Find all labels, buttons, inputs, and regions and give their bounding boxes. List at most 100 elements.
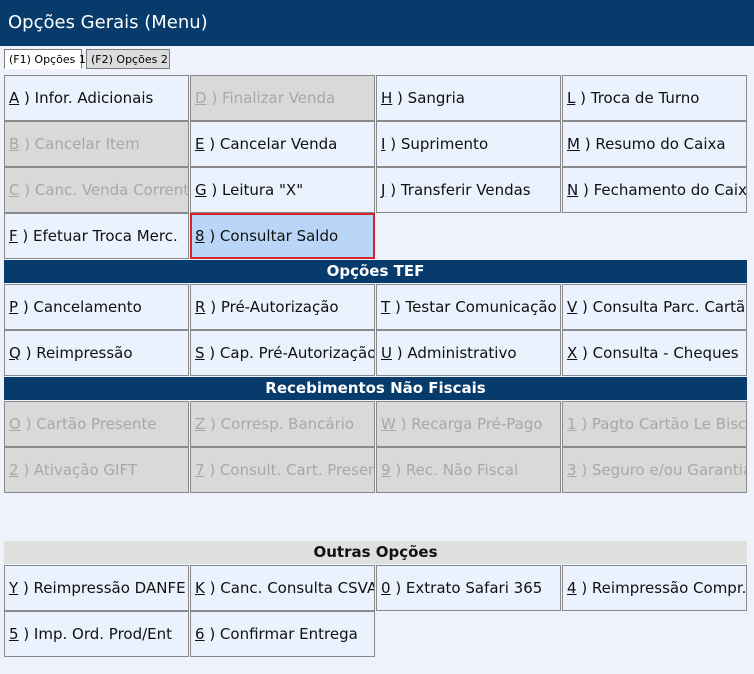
- option-button-corresp-bancario: Z ) Corresp. Bancário: [190, 401, 375, 447]
- option-button-consulta-parc-cartao[interactable]: V ) Consulta Parc. Cartão: [562, 284, 747, 330]
- option-label: ) Sangria: [392, 89, 465, 107]
- option-shortcut-key: M: [567, 135, 580, 153]
- section-header-receipts: Recebimentos Não Fiscais: [4, 377, 747, 400]
- tab-opcoes-1[interactable]: (F1) Opções 1: [4, 49, 86, 69]
- option-label: ) Cap. Pré-Autorização: [204, 344, 375, 362]
- option-button-consult-cart-presente: 7 ) Consult. Cart. Presente: [190, 447, 375, 493]
- option-button-efetuar-troca-merc[interactable]: F ) Efetuar Troca Merc.: [4, 213, 189, 259]
- option-shortcut-key: 1: [567, 415, 577, 433]
- option-shortcut-key: U: [381, 344, 392, 362]
- option-label: ) Corresp. Bancário: [205, 415, 355, 433]
- option-shortcut-key: W: [381, 415, 396, 433]
- option-button-cap-pre-autorizacao[interactable]: S ) Cap. Pré-Autorização: [190, 330, 375, 376]
- option-shortcut-key: Y: [9, 579, 19, 597]
- option-label: ) Consult. Cart. Presente: [204, 461, 375, 479]
- option-label: ) Pré-Autorização: [205, 298, 339, 316]
- option-button-cancelar-item: B ) Cancelar Item: [4, 121, 189, 167]
- option-button-reimpressao-danfe[interactable]: Y ) Reimpressão DANFE: [4, 565, 189, 611]
- option-shortcut-key: 6: [195, 625, 205, 643]
- option-button-recarga-pre-pago: W ) Recarga Pré-Pago: [376, 401, 561, 447]
- option-label: ) Cancelar Item: [19, 135, 140, 153]
- option-label: ) Canc. Venda Corrente: [19, 181, 189, 199]
- option-button-consultar-saldo[interactable]: 8 ) Consultar Saldo: [190, 213, 375, 259]
- option-button-infor-adicionais[interactable]: A ) Infor. Adicionais: [4, 75, 189, 121]
- option-shortcut-key: B: [9, 135, 20, 153]
- option-label: ) Leitura "X": [206, 181, 304, 199]
- option-shortcut-key: C: [9, 181, 20, 199]
- option-label: ) Rec. Não Fiscal: [390, 461, 519, 479]
- option-button-administrativo[interactable]: U ) Administrativo: [376, 330, 561, 376]
- option-button-confirmar-entrega[interactable]: 6 ) Confirmar Entrega: [190, 611, 375, 657]
- option-label: ) Reimpressão DANFE: [18, 579, 186, 597]
- option-shortcut-key: 3: [567, 461, 577, 479]
- option-button-canc-consulta-csva[interactable]: K ) Canc. Consulta CSVA: [190, 565, 375, 611]
- option-shortcut-key: Z: [195, 415, 206, 433]
- option-label: ) Suprimento: [385, 135, 489, 153]
- option-label: ) Extrato Safari 365: [390, 579, 543, 597]
- option-button-troca-de-turno[interactable]: L ) Troca de Turno: [562, 75, 747, 121]
- option-label: ) Resumo do Caixa: [579, 135, 726, 153]
- option-label: ) Transferir Vendas: [385, 181, 531, 199]
- option-shortcut-key: O: [9, 415, 21, 433]
- option-shortcut-key: 8: [195, 227, 205, 245]
- option-shortcut-key: R: [195, 298, 206, 316]
- option-shortcut-key: G: [195, 181, 207, 199]
- option-label: ) Finalizar Venda: [206, 89, 336, 107]
- option-button-testar-comunicacao[interactable]: T ) Testar Comunicação: [376, 284, 561, 330]
- option-button-resumo-do-caixa[interactable]: M ) Resumo do Caixa: [562, 121, 747, 167]
- option-button-cancelamento[interactable]: P ) Cancelamento: [4, 284, 189, 330]
- option-label: ) Fechamento do Caixa: [578, 181, 747, 199]
- option-button-leitura-x[interactable]: G ) Leitura "X": [190, 167, 375, 213]
- option-button-rec-nao-fiscal: 9 ) Rec. Não Fiscal: [376, 447, 561, 493]
- option-button-sangria[interactable]: H ) Sangria: [376, 75, 561, 121]
- option-label: ) Confirmar Entrega: [204, 625, 358, 643]
- option-label: ) Consulta - Cheques: [577, 344, 739, 362]
- option-shortcut-key: D: [195, 89, 207, 107]
- option-button-seguro-e-ou-garantia: 3 ) Seguro e/ou Garantia: [562, 447, 747, 493]
- option-button-consulta-cheques[interactable]: X ) Consulta - Cheques: [562, 330, 747, 376]
- option-button-finalizar-venda: D ) Finalizar Venda: [190, 75, 375, 121]
- option-shortcut-key: 0: [381, 579, 391, 597]
- option-label: ) Cartão Presente: [20, 415, 157, 433]
- option-label: ) Consultar Saldo: [204, 227, 339, 245]
- option-button-canc-venda-corrente: C ) Canc. Venda Corrente: [4, 167, 189, 213]
- option-button-cartao-presente: O ) Cartão Presente: [4, 401, 189, 447]
- option-shortcut-key: K: [195, 579, 205, 597]
- option-shortcut-key: T: [381, 298, 391, 316]
- tab-opcoes-2[interactable]: (F2) Opções 2: [86, 49, 170, 69]
- option-button-reimpressao[interactable]: Q ) Reimpressão: [4, 330, 189, 376]
- option-button-pre-autorizacao[interactable]: R ) Pré-Autorização: [190, 284, 375, 330]
- option-shortcut-key: Q: [9, 344, 21, 362]
- option-label: ) Imp. Ord. Prod/Ent: [18, 625, 173, 643]
- option-label: ) Efetuar Troca Merc.: [17, 227, 178, 245]
- option-shortcut-key: V: [567, 298, 578, 316]
- option-label: ) Recarga Pré-Pago: [395, 415, 543, 433]
- option-shortcut-key: H: [381, 89, 393, 107]
- option-shortcut-key: N: [567, 181, 579, 199]
- option-label: ) Ativação GIFT: [18, 461, 138, 479]
- option-button-fechamento-do-caixa[interactable]: N ) Fechamento do Caixa: [562, 167, 747, 213]
- option-button-extrato-safari-365[interactable]: 0 ) Extrato Safari 365: [376, 565, 561, 611]
- option-button-cancelar-venda[interactable]: E ) Cancelar Venda: [190, 121, 375, 167]
- option-label: ) Consulta Parc. Cartão: [577, 298, 747, 316]
- option-button-transferir-vendas[interactable]: J ) Transferir Vendas: [376, 167, 561, 213]
- option-shortcut-key: F: [9, 227, 18, 245]
- tab-bar: (F1) Opções 1 (F2) Opções 2: [0, 46, 754, 72]
- option-label: ) Testar Comunicação: [390, 298, 557, 316]
- option-label: ) Reimpressão Compr.: [576, 579, 747, 597]
- option-shortcut-key: 9: [381, 461, 391, 479]
- option-button-pagto-cartao-le-biscuit: 1 ) Pagto Cartão Le Biscuit: [562, 401, 747, 447]
- option-button-ativacao-gift: 2 ) Ativação GIFT: [4, 447, 189, 493]
- option-label: ) Cancelamento: [18, 298, 142, 316]
- option-button-imp-ord-prod-ent[interactable]: 5 ) Imp. Ord. Prod/Ent: [4, 611, 189, 657]
- option-button-reimpressao-compr[interactable]: 4 ) Reimpressão Compr.: [562, 565, 747, 611]
- option-shortcut-key: 4: [567, 579, 577, 597]
- option-label: ) Seguro e/ou Garantia: [576, 461, 747, 479]
- option-label: ) Pagto Cartão Le Biscuit: [576, 415, 747, 433]
- option-label: ) Administrativo: [391, 344, 517, 362]
- option-label: ) Canc. Consulta CSVA: [204, 579, 375, 597]
- section-header-tef: Opções TEF: [4, 260, 747, 283]
- option-button-suprimento[interactable]: I ) Suprimento: [376, 121, 561, 167]
- option-shortcut-key: P: [9, 298, 19, 316]
- option-shortcut-key: A: [9, 89, 20, 107]
